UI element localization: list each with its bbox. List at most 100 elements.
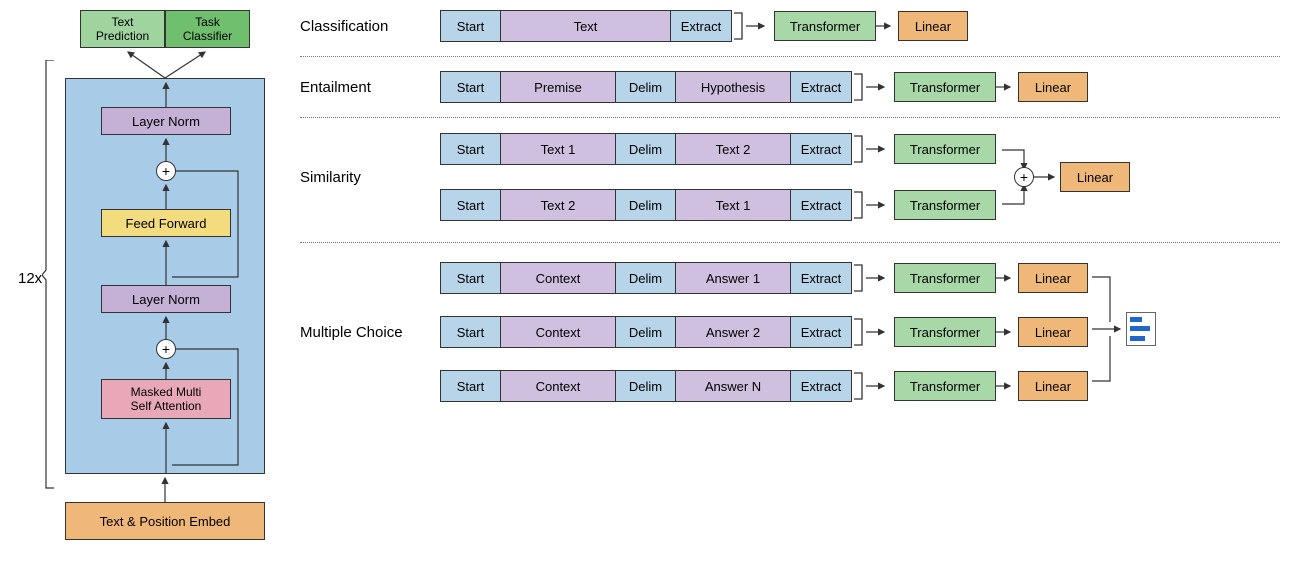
extract-token: Extract (791, 371, 851, 401)
delim-token: Delim (616, 317, 676, 347)
mc-merge (1092, 262, 1162, 402)
softmax-output-icon (1126, 312, 1156, 346)
transformer-box: Transformer (894, 134, 996, 164)
text-position-embed: Text & Position Embed (65, 502, 265, 540)
text2-token: Text 2 (501, 190, 616, 220)
arrow-embed-attn (66, 419, 266, 475)
transformer-architecture: 12x Text Prediction Task Classifier Laye… (60, 10, 270, 550)
start-token: Start (441, 371, 501, 401)
text2-token: Text 2 (676, 134, 791, 164)
classification-label: Classification (300, 18, 440, 35)
linear-box: Linear (1018, 72, 1088, 102)
context-token: Context (501, 317, 616, 347)
arrow-embed-block (60, 474, 270, 504)
arrow-icon (996, 72, 1016, 102)
similarity-sequence-2: Start Text 2 Delim Text 1 Extract (440, 189, 852, 221)
mc-row-n: Start Context Delim Answer N Extract Tra… (440, 370, 1088, 402)
add-icon: + (1014, 167, 1034, 187)
task-formats: Classification Start Text Extract Transf… (300, 10, 1300, 407)
seq-bracket (852, 317, 866, 347)
arrow-icon (866, 72, 890, 102)
answer-token: Answer N (676, 371, 791, 401)
linear-box: Linear (898, 11, 968, 41)
seq-bracket (852, 190, 866, 220)
arrow-icon (996, 263, 1016, 293)
arrow-icon (866, 134, 890, 164)
delim-token: Delim (616, 72, 676, 102)
delim-token: Delim (616, 371, 676, 401)
arrow-icon (996, 317, 1016, 347)
arrow-ln1-ff (66, 237, 266, 287)
transformer-box: Transformer (774, 11, 876, 41)
text-token: Text (501, 11, 671, 41)
seq-bracket (852, 263, 866, 293)
masked-self-attention: Masked Multi Self Attention (101, 379, 231, 419)
start-token: Start (441, 190, 501, 220)
divider (300, 56, 1280, 57)
arrow-ln2-out (66, 79, 266, 107)
entailment-sequence: Start Premise Delim Hypothesis Extract (440, 71, 852, 103)
answer-token: Answer 2 (676, 317, 791, 347)
extract-token: Extract (791, 263, 851, 293)
context-token: Context (501, 371, 616, 401)
start-token: Start (441, 317, 501, 347)
arrow-ff-add2 (66, 181, 266, 211)
transformer-box: Transformer (894, 317, 996, 347)
entailment-row: Entailment Start Premise Delim Hypothesi… (300, 71, 1300, 103)
arrow-icon (996, 371, 1016, 401)
similarity-merge: + Linear (1002, 135, 1142, 219)
arrow-icon (866, 371, 890, 401)
delim-token: Delim (616, 134, 676, 164)
transformer-block: Layer Norm + Feed Forward Layer Norm + M… (65, 78, 265, 474)
multiple-choice-label: Multiple Choice (300, 257, 440, 407)
seq-bracket (732, 11, 746, 41)
transformer-box: Transformer (894, 263, 996, 293)
similarity-row-2: Start Text 2 Delim Text 1 Extract Transf… (440, 189, 996, 221)
divider (300, 117, 1280, 118)
text1-token: Text 1 (676, 190, 791, 220)
extract-token: Extract (791, 317, 851, 347)
mc-row-1: Start Context Delim Answer 1 Extract Tra… (440, 262, 1088, 294)
similarity-label: Similarity (300, 132, 440, 222)
mc-sequence-n: Start Context Delim Answer N Extract (440, 370, 852, 402)
seq-bracket (852, 371, 866, 401)
context-token: Context (501, 263, 616, 293)
seq-bracket (852, 134, 866, 164)
head-arrows (60, 48, 270, 80)
arrow-icon (1034, 167, 1060, 187)
start-token: Start (441, 11, 501, 41)
delim-token: Delim (616, 190, 676, 220)
text-prediction-head: Text Prediction (80, 10, 165, 48)
linear-box: Linear (1018, 263, 1088, 293)
arrow-icon (866, 190, 890, 220)
linear-box: Linear (1018, 317, 1088, 347)
arrow-icon (876, 11, 896, 41)
similarity-row-1: Start Text 1 Delim Text 2 Extract Transf… (440, 133, 996, 165)
arrow-icon (866, 317, 890, 347)
extract-token: Extract (791, 190, 851, 220)
extract-token: Extract (791, 72, 851, 102)
extract-token: Extract (791, 134, 851, 164)
premise-token: Premise (501, 72, 616, 102)
arrow-icon (866, 263, 890, 293)
transformer-box: Transformer (894, 190, 996, 220)
arrow-icon (746, 11, 770, 41)
text1-token: Text 1 (501, 134, 616, 164)
extract-token: Extract (671, 11, 731, 41)
multiple-choice-group: Multiple Choice Start Context Delim Answ… (300, 257, 1300, 407)
task-classifier-head: Task Classifier (165, 10, 250, 48)
layer-norm-2: Layer Norm (101, 107, 231, 135)
classification-row: Classification Start Text Extract Transf… (300, 10, 1300, 42)
feed-forward: Feed Forward (101, 209, 231, 237)
layer-norm-1: Layer Norm (101, 285, 231, 313)
arrow-attn-add1 (66, 359, 266, 381)
similarity-sequence-1: Start Text 1 Delim Text 2 Extract (440, 133, 852, 165)
delim-token: Delim (616, 263, 676, 293)
linear-box: Linear (1018, 371, 1088, 401)
answer-token: Answer 1 (676, 263, 791, 293)
divider (300, 242, 1280, 243)
hypothesis-token: Hypothesis (676, 72, 791, 102)
repeat-bracket (42, 60, 56, 490)
linear-box: Linear (1060, 162, 1130, 192)
similarity-group: Similarity Start Text 1 Delim Text 2 Ext… (300, 132, 1300, 222)
